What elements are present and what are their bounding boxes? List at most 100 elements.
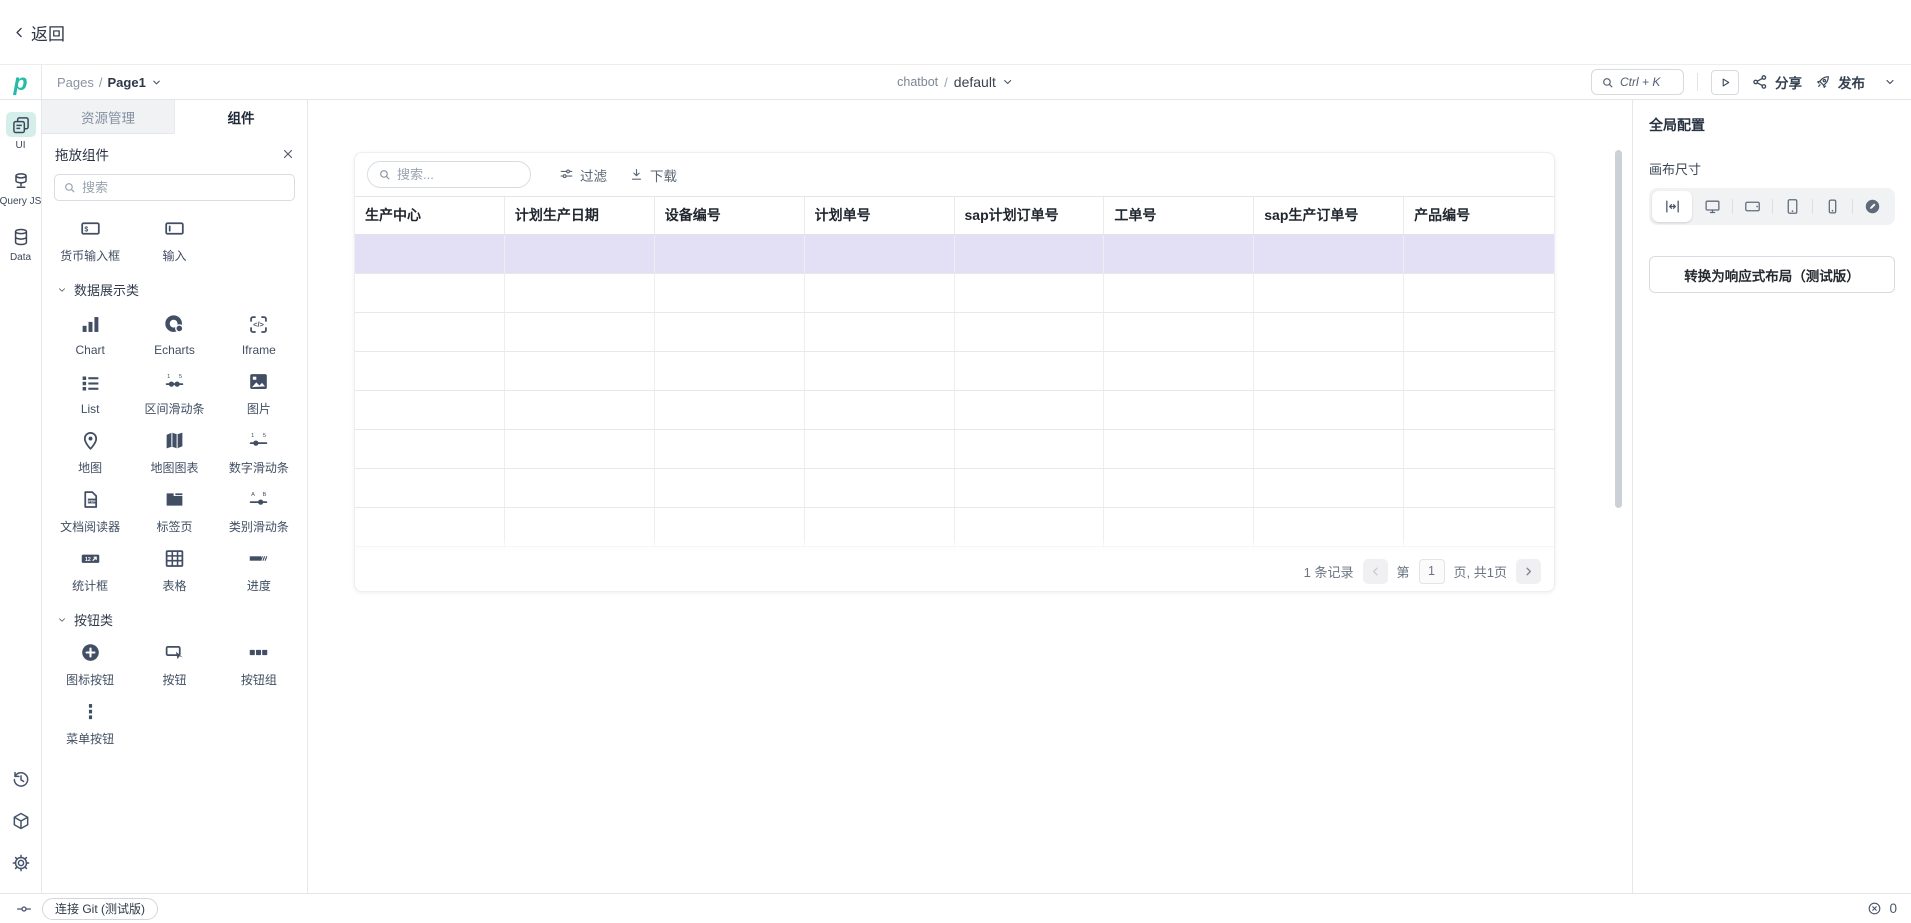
table-cell[interactable] bbox=[1254, 508, 1404, 546]
table-cell[interactable] bbox=[355, 313, 505, 351]
widget-card[interactable]: 按钮组 bbox=[217, 633, 301, 692]
widget-card[interactable]: 菜单按钮 bbox=[48, 692, 132, 751]
table-cell[interactable] bbox=[1104, 274, 1254, 312]
table-cell[interactable] bbox=[1404, 469, 1554, 507]
publish-button[interactable]: 发布 bbox=[1815, 72, 1865, 92]
widget-card[interactable]: 输入 bbox=[132, 209, 216, 268]
table-cell[interactable] bbox=[1404, 352, 1554, 390]
table-widget[interactable]: 过滤 下载 生产中心计划生产日期设备编号计划单号sap计划订单号工单号sap生产… bbox=[354, 152, 1555, 592]
table-cell[interactable] bbox=[1404, 391, 1554, 429]
table-cell[interactable] bbox=[655, 274, 805, 312]
canvas-size-tablet-landscape[interactable] bbox=[1732, 191, 1772, 222]
table-cell[interactable] bbox=[505, 274, 655, 312]
table-row[interactable] bbox=[355, 274, 1554, 313]
widget-section-header[interactable]: 按钮类 bbox=[48, 598, 301, 633]
table-cell[interactable] bbox=[805, 391, 955, 429]
table-cell[interactable] bbox=[505, 469, 655, 507]
table-row[interactable] bbox=[355, 352, 1554, 391]
table-cell[interactable] bbox=[505, 313, 655, 351]
table-cell[interactable] bbox=[1404, 235, 1554, 273]
canvas-size-desktop[interactable] bbox=[1692, 191, 1732, 222]
table-row[interactable] bbox=[355, 508, 1554, 547]
table-cell[interactable] bbox=[1254, 352, 1404, 390]
tab-resources[interactable]: 资源管理 bbox=[42, 100, 174, 134]
table-cell[interactable] bbox=[955, 274, 1105, 312]
table-cell[interactable] bbox=[955, 391, 1105, 429]
table-cell[interactable] bbox=[955, 430, 1105, 468]
table-cell[interactable] bbox=[1254, 235, 1404, 273]
table-cell[interactable] bbox=[1254, 313, 1404, 351]
table-cell[interactable] bbox=[955, 352, 1105, 390]
widget-card[interactable]: PDF文档阅读器 bbox=[48, 480, 132, 539]
table-cell[interactable] bbox=[655, 391, 805, 429]
column-header[interactable]: sap生产订单号 bbox=[1254, 197, 1404, 234]
table-cell[interactable] bbox=[355, 508, 505, 546]
gear-icon[interactable] bbox=[11, 853, 31, 873]
canvas-size-phone[interactable] bbox=[1812, 191, 1852, 222]
table-cell[interactable] bbox=[955, 469, 1105, 507]
table-cell[interactable] bbox=[1254, 430, 1404, 468]
widget-section-header[interactable]: 数据展示类 bbox=[48, 268, 301, 303]
widget-card[interactable]: Echarts bbox=[132, 303, 216, 362]
table-cell[interactable] bbox=[1404, 274, 1554, 312]
column-header[interactable]: 工单号 bbox=[1104, 197, 1254, 234]
next-page-button[interactable] bbox=[1516, 559, 1541, 584]
widget-card[interactable]: List bbox=[48, 362, 132, 421]
table-cell[interactable] bbox=[1254, 391, 1404, 429]
table-cell[interactable] bbox=[505, 352, 655, 390]
close-icon[interactable] bbox=[282, 148, 294, 160]
widget-card[interactable]: 图标按钮 bbox=[48, 633, 132, 692]
preview-play-button[interactable] bbox=[1711, 70, 1739, 95]
history-icon[interactable] bbox=[11, 769, 31, 789]
widget-card[interactable]: 标签页 bbox=[132, 480, 216, 539]
column-header[interactable]: 生产中心 bbox=[355, 197, 505, 234]
table-cell[interactable] bbox=[655, 469, 805, 507]
table-cell[interactable] bbox=[655, 430, 805, 468]
canvas-scrollbar[interactable] bbox=[1615, 150, 1622, 508]
widget-card[interactable]: $货币输入框 bbox=[48, 209, 132, 268]
widget-search-input[interactable] bbox=[82, 180, 286, 195]
table-cell[interactable] bbox=[355, 469, 505, 507]
widget-card[interactable]: AB类别滑动条 bbox=[217, 480, 301, 539]
tab-widgets[interactable]: 组件 bbox=[174, 100, 307, 134]
table-cell[interactable] bbox=[805, 313, 955, 351]
rail-item-data[interactable]: Data bbox=[6, 224, 36, 263]
table-cell[interactable] bbox=[1404, 430, 1554, 468]
error-circle-icon[interactable] bbox=[1867, 901, 1882, 916]
table-cell[interactable] bbox=[655, 352, 805, 390]
table-cell[interactable] bbox=[1404, 508, 1554, 546]
widget-card[interactable]: 进度 bbox=[217, 539, 301, 598]
table-cell[interactable] bbox=[1254, 274, 1404, 312]
breadcrumb[interactable]: Pages / Page1 bbox=[57, 75, 162, 90]
table-cell[interactable] bbox=[1104, 430, 1254, 468]
column-header[interactable]: 计划单号 bbox=[805, 197, 955, 234]
table-cell[interactable] bbox=[505, 391, 655, 429]
table-cell[interactable] bbox=[1254, 469, 1404, 507]
table-cell[interactable] bbox=[805, 274, 955, 312]
table-cell[interactable] bbox=[355, 274, 505, 312]
table-cell[interactable] bbox=[1104, 352, 1254, 390]
table-cell[interactable] bbox=[505, 508, 655, 546]
table-download-button[interactable]: 下载 bbox=[629, 165, 677, 185]
widget-card[interactable]: 表格 bbox=[132, 539, 216, 598]
table-row[interactable] bbox=[355, 430, 1554, 469]
table-row[interactable] bbox=[355, 391, 1554, 430]
canvas-size-tablet-portrait[interactable] bbox=[1772, 191, 1812, 222]
table-cell[interactable] bbox=[1104, 508, 1254, 546]
app-env-selector[interactable]: chatbot / default bbox=[897, 65, 1014, 99]
widget-card[interactable]: 12统计框 bbox=[48, 539, 132, 598]
column-header[interactable]: sap计划订单号 bbox=[955, 197, 1105, 234]
prev-page-button[interactable] bbox=[1363, 559, 1388, 584]
table-filter-button[interactable]: 过滤 bbox=[559, 165, 607, 185]
table-cell[interactable] bbox=[655, 235, 805, 273]
page-number-input[interactable] bbox=[1419, 559, 1445, 584]
table-cell[interactable] bbox=[1104, 469, 1254, 507]
table-row[interactable] bbox=[355, 235, 1554, 274]
table-cell[interactable] bbox=[355, 235, 505, 273]
column-header[interactable]: 设备编号 bbox=[655, 197, 805, 234]
cube-icon[interactable] bbox=[11, 811, 31, 831]
table-cell[interactable] bbox=[805, 469, 955, 507]
back-button[interactable]: 返回 bbox=[13, 20, 65, 45]
app-logo[interactable]: p bbox=[0, 65, 42, 99]
widget-card[interactable]: 地图图表 bbox=[132, 421, 216, 480]
